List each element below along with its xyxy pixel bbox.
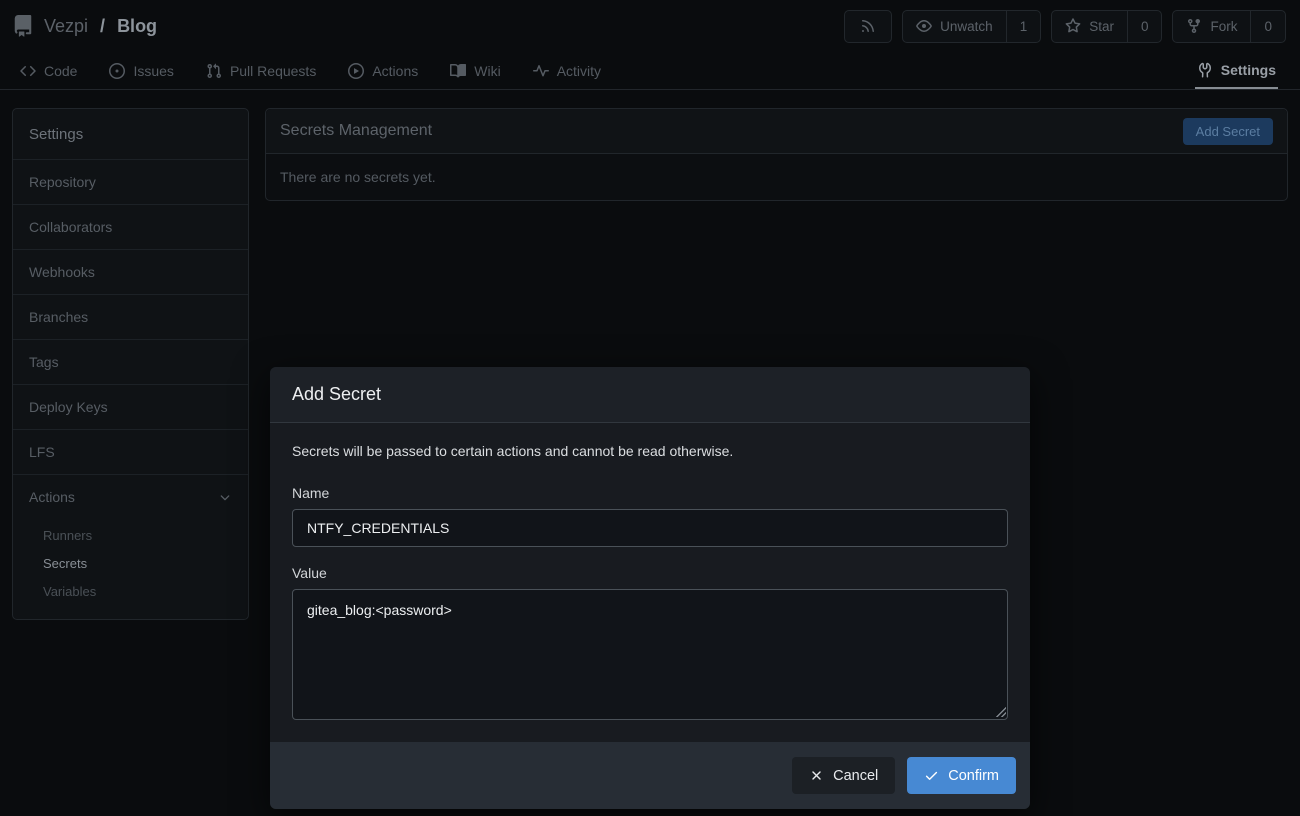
nav-tabs: Code Issues Pull Requests Actions Wiki (20, 52, 601, 89)
fork-label: Fork (1210, 19, 1237, 34)
add-secret-modal: Add Secret Secrets will be passed to cer… (270, 367, 1030, 809)
tab-settings-label: Settings (1221, 62, 1276, 78)
star-icon (1065, 18, 1081, 34)
repo-owner-link[interactable]: Vezpi (44, 16, 88, 37)
secrets-panel-header: Secrets Management Add Secret (266, 109, 1287, 154)
sidebar-item-tags[interactable]: Tags (13, 339, 248, 384)
play-circle-icon (348, 63, 364, 79)
forks-count[interactable]: 0 (1250, 11, 1285, 42)
repo-path-separator: / (100, 16, 105, 37)
tab-actions[interactable]: Actions (348, 52, 418, 89)
cancel-button[interactable]: Cancel (792, 757, 895, 794)
confirm-button[interactable]: Confirm (907, 757, 1016, 794)
pulse-icon (533, 63, 549, 79)
sidebar-actions-submenu: Runners Secrets Variables (13, 519, 248, 619)
rss-feed-button[interactable] (844, 10, 892, 43)
repo-action-buttons: Unwatch 1 Star 0 Fork 0 (844, 10, 1286, 43)
tab-activity-label: Activity (557, 63, 601, 79)
settings-sidebar: Settings Repository Collaborators Webhoo… (12, 108, 249, 620)
fork-button-group: Fork 0 (1172, 10, 1286, 43)
name-label: Name (292, 485, 1008, 501)
git-pull-request-icon (206, 63, 222, 79)
topbar: Vezpi / Blog Unwatch 1 (0, 0, 1300, 52)
issue-icon (109, 63, 125, 79)
value-label: Value (292, 565, 1008, 581)
tab-wiki-label: Wiki (474, 63, 500, 79)
secret-value-textarea[interactable]: gitea_blog:<password> (292, 589, 1008, 720)
repo-icon (12, 15, 34, 37)
modal-description: Secrets will be passed to certain action… (292, 443, 1008, 459)
eye-icon (916, 18, 932, 34)
tab-pull-requests[interactable]: Pull Requests (206, 52, 316, 89)
sidebar-item-repository[interactable]: Repository (13, 159, 248, 204)
modal-body: Secrets will be passed to certain action… (270, 423, 1030, 742)
repo-navbar: Code Issues Pull Requests Actions Wiki (0, 52, 1300, 90)
x-icon (809, 768, 824, 783)
code-icon (20, 63, 36, 79)
sidebar-title: Settings (13, 109, 248, 159)
star-button[interactable]: Star (1052, 11, 1127, 42)
tab-activity[interactable]: Activity (533, 52, 601, 89)
value-field-group: Value gitea_blog:<password> (292, 565, 1008, 720)
sidebar-item-webhooks[interactable]: Webhooks (13, 249, 248, 294)
cancel-label: Cancel (833, 768, 878, 784)
modal-title: Add Secret (270, 367, 1030, 423)
star-label: Star (1089, 19, 1114, 34)
fork-icon (1186, 18, 1202, 34)
fork-button[interactable]: Fork (1173, 11, 1250, 42)
sidebar-item-branches[interactable]: Branches (13, 294, 248, 339)
tab-pull-requests-label: Pull Requests (230, 63, 316, 79)
value-textarea-wrap: gitea_blog:<password> (292, 589, 1008, 720)
sidebar-actions-label: Actions (29, 489, 75, 505)
rss-icon (860, 18, 876, 34)
tools-icon (1197, 62, 1213, 78)
sidebar-item-lfs[interactable]: LFS (13, 429, 248, 474)
repo-name-link[interactable]: Blog (117, 16, 157, 37)
sidebar-item-deploy-keys[interactable]: Deploy Keys (13, 384, 248, 429)
tab-code[interactable]: Code (20, 52, 77, 89)
add-secret-button[interactable]: Add Secret (1183, 118, 1273, 145)
tab-settings[interactable]: Settings (1195, 52, 1278, 89)
sidebar-item-runners[interactable]: Runners (13, 521, 248, 549)
modal-footer: Cancel Confirm (270, 742, 1030, 809)
check-icon (924, 768, 939, 783)
secrets-panel: Secrets Management Add Secret There are … (265, 108, 1288, 201)
chevron-down-icon (218, 490, 232, 504)
secret-name-input[interactable] (292, 509, 1008, 547)
tab-actions-label: Actions (372, 63, 418, 79)
tab-issues-label: Issues (133, 63, 173, 79)
tab-issues[interactable]: Issues (109, 52, 173, 89)
secrets-empty-state: There are no secrets yet. (266, 154, 1287, 200)
book-icon (450, 63, 466, 79)
watchers-count[interactable]: 1 (1006, 11, 1041, 42)
tab-wiki[interactable]: Wiki (450, 52, 500, 89)
sidebar-item-collaborators[interactable]: Collaborators (13, 204, 248, 249)
repo-title: Vezpi / Blog (12, 15, 157, 37)
star-button-group: Star 0 (1051, 10, 1162, 43)
tab-code-label: Code (44, 63, 77, 79)
sidebar-item-secrets[interactable]: Secrets (13, 549, 248, 577)
sidebar-item-actions[interactable]: Actions (13, 474, 248, 519)
name-field-group: Name (292, 485, 1008, 547)
unwatch-label: Unwatch (940, 19, 993, 34)
watch-button-group: Unwatch 1 (902, 10, 1041, 43)
stars-count[interactable]: 0 (1127, 11, 1162, 42)
sidebar-item-variables[interactable]: Variables (13, 577, 248, 605)
unwatch-button[interactable]: Unwatch (903, 11, 1006, 42)
confirm-label: Confirm (948, 768, 999, 784)
panel-title: Secrets Management (280, 122, 432, 140)
